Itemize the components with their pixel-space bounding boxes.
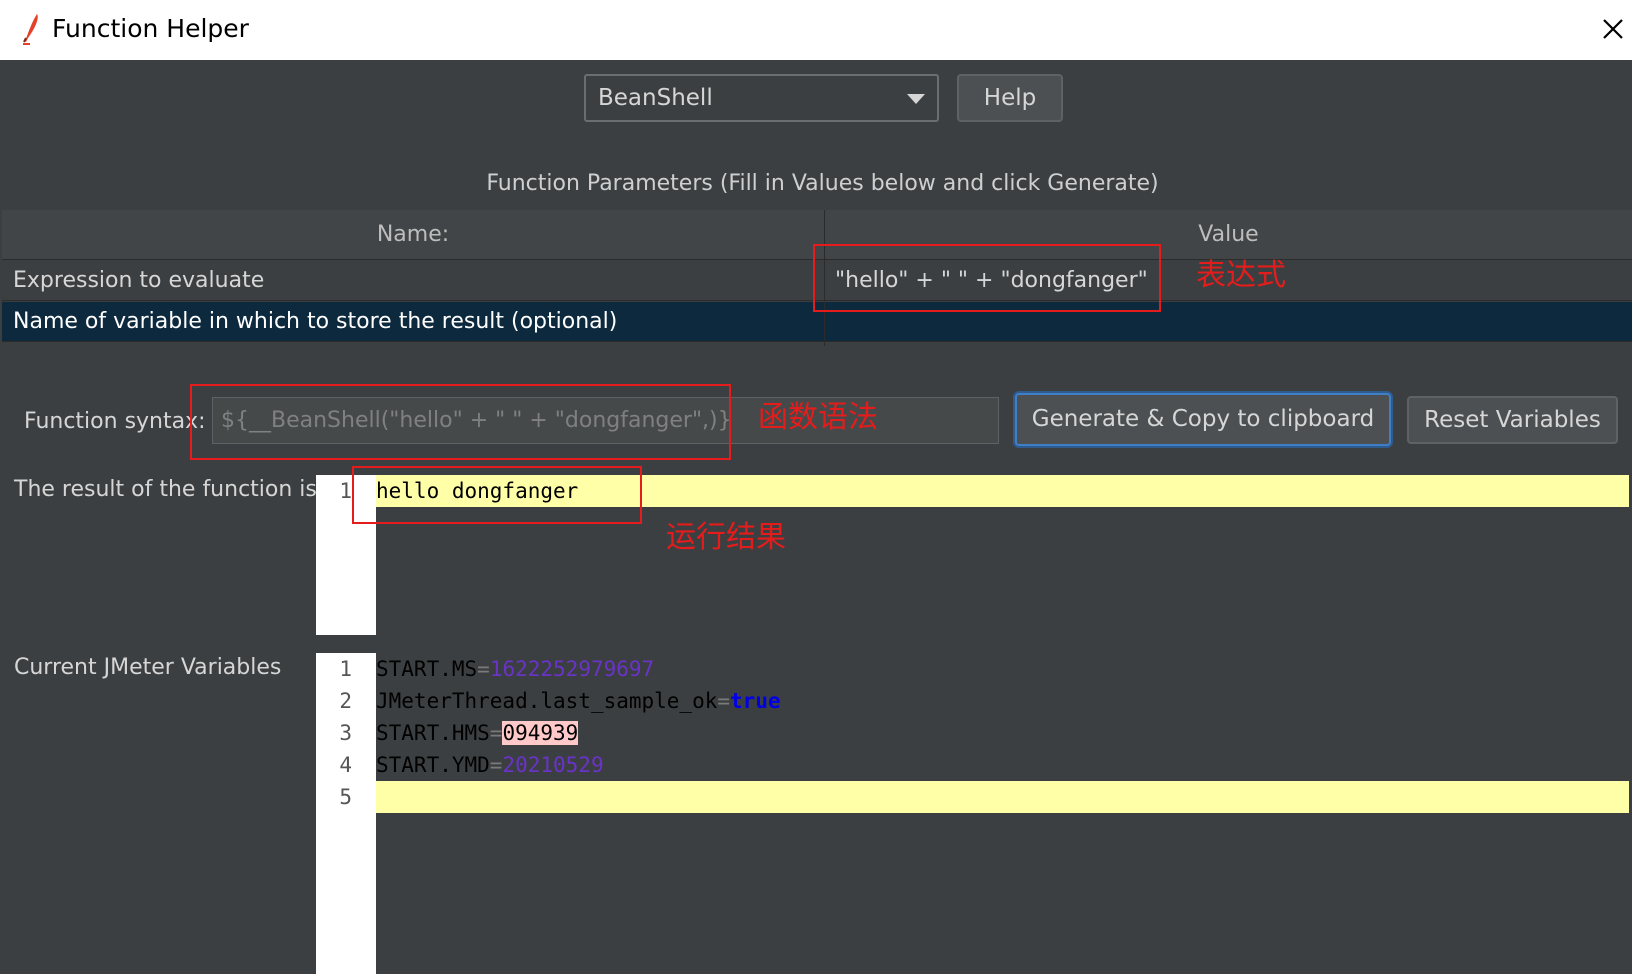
line-number: 1 xyxy=(339,479,352,503)
function-syntax-label: Function syntax: xyxy=(24,409,206,434)
generate-copy-button[interactable]: Generate & Copy to clipboard xyxy=(1015,393,1391,446)
param-name-cell: Name of variable in which to store the r… xyxy=(13,309,618,334)
variable-line: START.MS=1622252979697 xyxy=(376,653,654,685)
chevron-down-icon xyxy=(907,94,925,104)
line-number-gutter: 1 2 3 4 5 xyxy=(316,653,376,974)
annotation-syntax: 函数语法 xyxy=(758,400,878,435)
variable-value: 094939 xyxy=(502,721,579,745)
variable-key: JMeterThread.last_sample_ok xyxy=(376,689,718,713)
variable-equals: = xyxy=(477,657,490,681)
annotation-box-result xyxy=(352,466,642,524)
jmeter-variables-label: Current JMeter Variables xyxy=(14,655,282,680)
function-select-value: BeanShell xyxy=(598,85,713,111)
reset-variables-button[interactable]: Reset Variables xyxy=(1407,396,1618,444)
title-bar: Function Helper xyxy=(0,0,1632,60)
variable-equals: = xyxy=(717,689,731,713)
feather-icon xyxy=(23,14,38,45)
variable-equals: = xyxy=(489,721,503,745)
variable-key: START.MS xyxy=(376,657,478,681)
annotation-box-expression xyxy=(813,244,1161,312)
line-number: 3 xyxy=(339,721,352,745)
line-number: 1 xyxy=(339,657,352,681)
variable-equals: = xyxy=(489,753,503,777)
variable-key: START.YMD xyxy=(376,753,490,777)
variable-key: START.HMS xyxy=(376,721,490,745)
help-button[interactable]: Help xyxy=(957,74,1063,122)
line-number: 4 xyxy=(339,753,352,777)
jmeter-variables-editor[interactable]: 1 2 3 4 5 START.MS=1622252979697 JMeterT… xyxy=(316,653,1632,974)
variable-line: START.HMS=094939 xyxy=(376,717,579,749)
variable-value: 20210529 xyxy=(502,753,604,777)
param-name-cell: Expression to evaluate xyxy=(13,268,265,293)
line-number: 5 xyxy=(339,785,352,809)
close-icon[interactable] xyxy=(1596,12,1630,46)
annotation-box-syntax xyxy=(190,384,731,460)
line-number: 2 xyxy=(339,689,352,713)
parameters-caption: Function Parameters (Fill in Values belo… xyxy=(486,171,1159,196)
function-select[interactable]: BeanShell xyxy=(584,74,939,122)
column-header-name[interactable]: Name: xyxy=(2,210,824,260)
variable-line: JMeterThread.last_sample_ok=true xyxy=(376,685,781,717)
window-title: Function Helper xyxy=(52,14,249,43)
variable-value: 1622252979697 xyxy=(489,657,655,681)
variable-line: START.YMD=20210529 xyxy=(376,749,604,781)
current-line-highlight xyxy=(376,781,1629,813)
result-label: The result of the function is xyxy=(14,477,317,502)
annotation-expression: 表达式 xyxy=(1196,258,1286,293)
annotation-result: 运行结果 xyxy=(666,520,786,555)
variable-value: true xyxy=(730,689,781,713)
